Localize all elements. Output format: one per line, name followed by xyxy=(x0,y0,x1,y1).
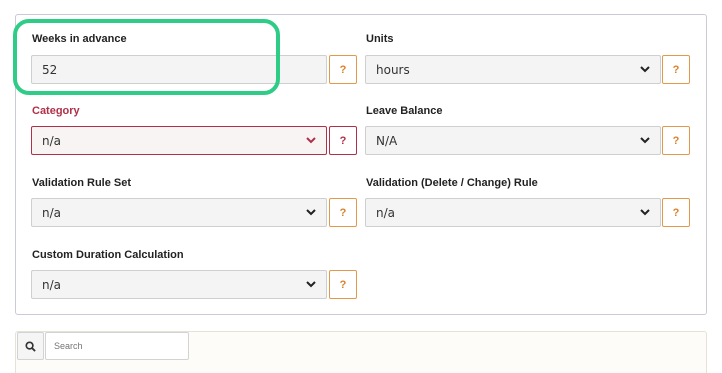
category-select[interactable]: n/a xyxy=(31,126,327,155)
weeks-in-advance-help-button[interactable]: ? xyxy=(329,55,357,84)
units-help-button[interactable]: ? xyxy=(662,55,690,84)
custom-duration-calculation-select-value: n/a xyxy=(42,277,62,292)
weeks-in-advance-input[interactable]: 52 xyxy=(31,55,327,84)
validation-rule-set-label: Validation Rule Set xyxy=(32,177,132,189)
custom-duration-calculation-label: Custom Duration Calculation xyxy=(32,249,184,261)
search-input[interactable] xyxy=(45,332,189,360)
category-select-value: n/a xyxy=(42,133,62,148)
leave-balance-label: Leave Balance xyxy=(366,105,443,117)
leave-balance-select[interactable]: N/A xyxy=(365,126,661,155)
units-select-value: hours xyxy=(376,62,410,77)
validation-delete-change-rule-help-button[interactable]: ? xyxy=(662,198,690,227)
validation-rule-set-select[interactable]: n/a xyxy=(31,198,327,227)
search-icon xyxy=(25,340,36,352)
leave-balance-select-value: N/A xyxy=(376,133,398,148)
validation-rule-set-select-value: n/a xyxy=(42,205,62,220)
weeks-in-advance-label: Weeks in advance xyxy=(32,33,127,45)
custom-duration-calculation-help-button[interactable]: ? xyxy=(329,270,357,299)
validation-delete-change-rule-label: Validation (Delete / Change) Rule xyxy=(366,177,538,189)
search-button[interactable] xyxy=(17,332,44,360)
custom-duration-calculation-select[interactable]: n/a xyxy=(31,270,327,299)
validation-delete-change-rule-select-value: n/a xyxy=(376,205,396,220)
chevron-down-icon xyxy=(640,66,650,73)
units-select[interactable]: hours xyxy=(365,55,661,84)
chevron-down-icon xyxy=(640,137,650,144)
chevron-down-icon xyxy=(306,137,316,144)
validation-delete-change-rule-select[interactable]: n/a xyxy=(365,198,661,227)
chevron-down-icon xyxy=(306,281,316,288)
category-label: Category xyxy=(32,105,80,117)
chevron-down-icon xyxy=(640,209,650,216)
leave-balance-help-button[interactable]: ? xyxy=(662,126,690,155)
units-label: Units xyxy=(366,33,394,45)
validation-rule-set-help-button[interactable]: ? xyxy=(329,198,357,227)
category-help-button[interactable]: ? xyxy=(329,126,357,155)
chevron-down-icon xyxy=(306,209,316,216)
